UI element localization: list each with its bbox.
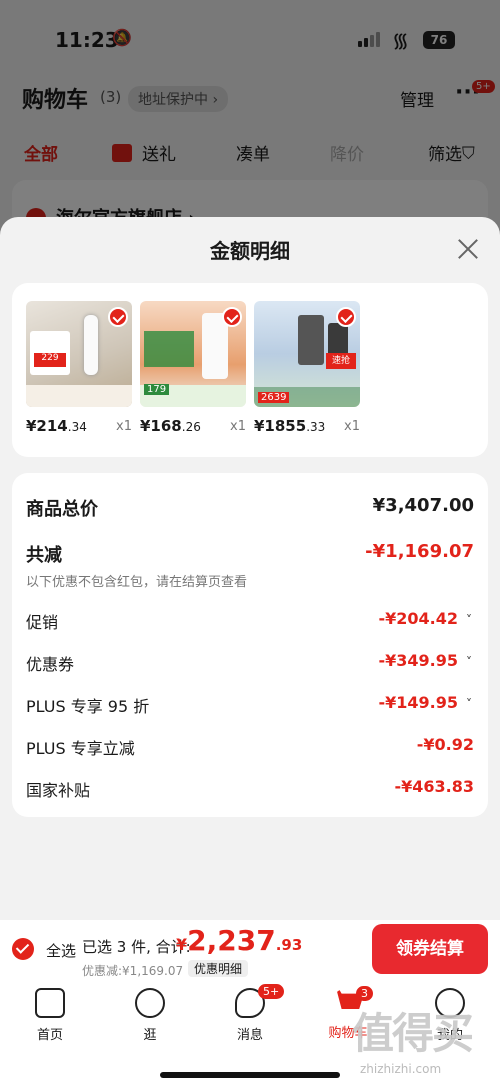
- product-shape: [298, 315, 324, 365]
- product-image: 179: [140, 301, 246, 407]
- selected-check-icon[interactable]: [222, 307, 242, 327]
- discount-label: 促销: [26, 613, 59, 632]
- selected-check-icon[interactable]: [336, 307, 356, 327]
- discount-detail-button[interactable]: 优惠明细: [188, 960, 249, 977]
- product-image: 速抢 2639: [254, 301, 360, 407]
- discount-label: 国家补贴: [26, 781, 91, 800]
- product-price: ¥1855.33: [254, 417, 326, 435]
- total-label: 商品总价: [26, 499, 98, 520]
- tab-browse[interactable]: 逛: [110, 988, 190, 1043]
- product-hot-tag: 速抢: [326, 353, 356, 369]
- discount-note: 以下优惠不包含红包，请在结算页查看: [26, 575, 248, 590]
- discount-label: 优惠券: [26, 655, 75, 674]
- amount-detail-sheet: 金额明细 229 ¥214.34 x1 179 ¥168.26 x1 速抢 26…: [0, 217, 500, 927]
- sheet-title: 金额明细: [210, 239, 290, 263]
- product-tag: 229: [30, 331, 70, 375]
- amount-summary: 商品总价 ¥3,407.00 共减 -¥1,169.07 以下优惠不包含红包，请…: [12, 473, 488, 817]
- product-item[interactable]: 速抢 2639 ¥1855.33 x1: [254, 301, 360, 435]
- checkout-bar: 全选 已选 3 件, 合计: ¥2,237.93 优惠减:¥1,169.07 优…: [0, 920, 500, 982]
- product-price: ¥168.26: [140, 417, 201, 435]
- select-all-checkbox[interactable]: [12, 938, 34, 960]
- total-amount: ¥2,237.93: [176, 924, 303, 957]
- tab-label: 消息: [236, 1028, 263, 1043]
- discount-value: -¥204.42: [378, 609, 458, 628]
- discount-value: -¥349.95: [378, 651, 458, 670]
- chevron-down-icon[interactable]: ˅: [466, 613, 472, 627]
- product-item[interactable]: 229 ¥214.34 x1: [26, 301, 132, 435]
- close-icon[interactable]: [456, 237, 480, 261]
- product-item[interactable]: 179 ¥168.26 x1: [140, 301, 246, 435]
- product-qty: x1: [344, 419, 360, 434]
- product-strip: 229 ¥214.34 x1 179 ¥168.26 x1 速抢 2639 ¥1…: [12, 283, 488, 457]
- tab-messages[interactable]: 5+ 消息: [210, 984, 290, 1043]
- discount-label: PLUS 专享 95 折: [26, 697, 150, 716]
- tab-label: 首页: [36, 1028, 63, 1043]
- discount-value: -¥149.95: [378, 693, 458, 712]
- discount-value: -¥0.92: [416, 735, 474, 754]
- product-image-price: 2639: [258, 392, 290, 403]
- product-qty: x1: [230, 419, 246, 434]
- product-image: 229: [26, 301, 132, 407]
- home-icon: [35, 988, 65, 1018]
- watermark-url: zhizhizhi.com: [360, 1062, 442, 1076]
- chevron-down-icon[interactable]: ˅: [466, 697, 472, 711]
- reduce-value: -¥1,169.07: [365, 541, 474, 562]
- cart-badge: 3: [356, 986, 373, 1001]
- product-shape: [144, 331, 194, 367]
- product-qty: x1: [116, 419, 132, 434]
- selected-count: 已选 3 件, 合计:: [82, 938, 191, 956]
- tab-home[interactable]: 首页: [10, 988, 90, 1043]
- browse-face-icon: [135, 988, 165, 1018]
- watermark-logo: 值得买: [352, 1009, 474, 1058]
- total-value: ¥3,407.00: [372, 495, 474, 516]
- home-indicator[interactable]: [160, 1072, 340, 1078]
- product-price: ¥214.34: [26, 417, 87, 435]
- reduce-label: 共减: [26, 545, 62, 566]
- product-image-price: 179: [144, 384, 170, 395]
- discount-total: 优惠减:¥1,169.07: [82, 964, 184, 978]
- discount-label: PLUS 专享立减: [26, 739, 135, 758]
- discount-value: -¥463.83: [394, 777, 474, 796]
- select-all-label[interactable]: 全选: [46, 940, 76, 961]
- product-image-footer: [26, 385, 132, 407]
- product-shape: [84, 315, 98, 375]
- checkout-button[interactable]: 领券结算: [372, 924, 488, 974]
- tab-label: 逛: [143, 1028, 157, 1043]
- chevron-down-icon[interactable]: ˅: [466, 655, 472, 669]
- message-badge: 5+: [258, 984, 285, 999]
- selected-check-icon[interactable]: [108, 307, 128, 327]
